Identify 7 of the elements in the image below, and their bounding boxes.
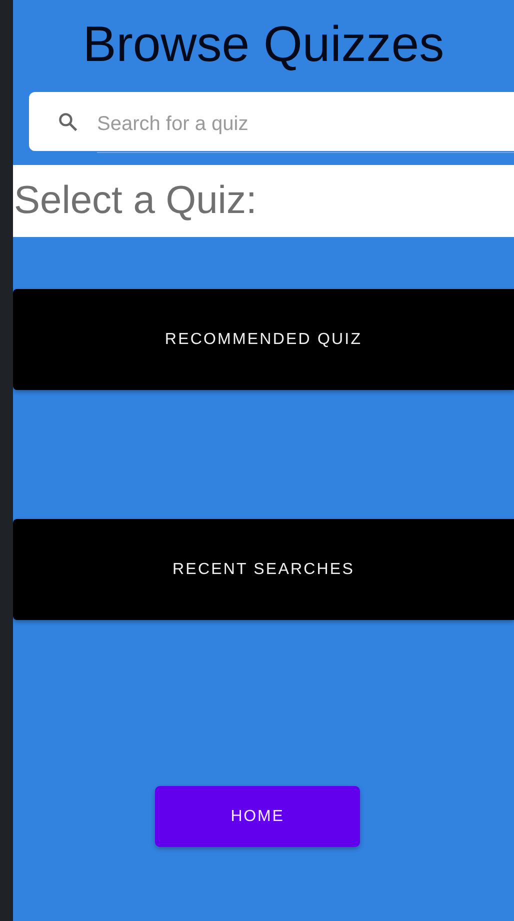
quiz-option-button[interactable]: RECOMMENDED QUIZ xyxy=(13,289,514,390)
quiz-option-button[interactable]: RECENT SEARCHES xyxy=(13,519,514,620)
search-field[interactable]: Search for a quiz xyxy=(29,92,514,151)
section-heading: Select a Quiz: xyxy=(13,179,257,223)
page-title: Browse Quizzes xyxy=(82,15,446,74)
search-icon xyxy=(57,110,79,132)
home-button[interactable]: HOME xyxy=(155,786,360,847)
